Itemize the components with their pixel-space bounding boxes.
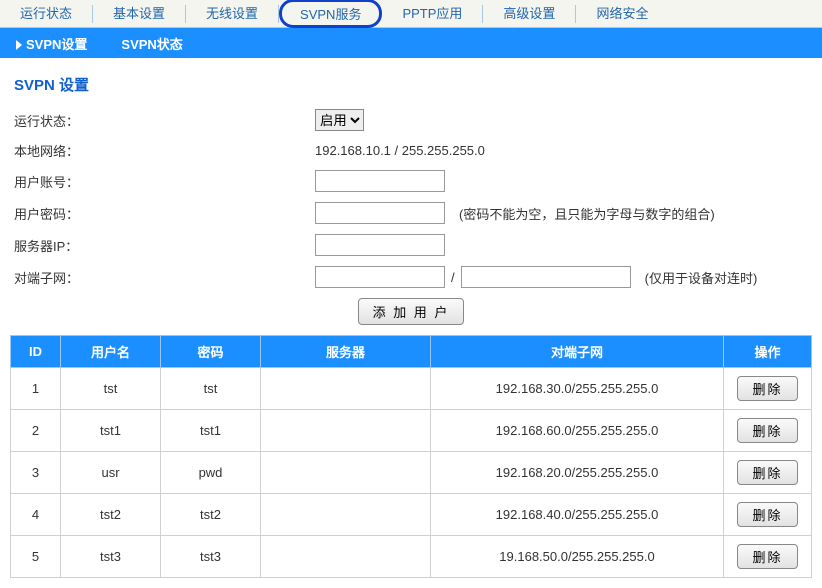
cell-op: 删除 — [724, 410, 812, 452]
arrow-icon — [16, 40, 22, 50]
table-row: 2tst1tst1192.168.60.0/255.255.255.0删除 — [11, 410, 812, 452]
top-nav: 运行状态 基本设置 无线设置 SVPN服务 PPTP应用 高级设置 网络安全 — [0, 0, 822, 28]
nav-basic[interactable]: 基本设置 — [93, 5, 186, 23]
subnet-net-input[interactable] — [315, 266, 445, 288]
cell-pwd: tst — [161, 368, 261, 410]
user-label: 用户账号： — [10, 172, 315, 191]
subnet-hint: (仅用于设备对连时) — [645, 268, 758, 287]
th-server: 服务器 — [261, 336, 431, 368]
nav-wireless[interactable]: 无线设置 — [186, 5, 279, 23]
cell-server — [261, 368, 431, 410]
cell-subnet: 192.168.30.0/255.255.255.0 — [431, 368, 724, 410]
subnet-sep: / — [451, 270, 455, 285]
server-input[interactable] — [315, 234, 445, 256]
nav-pptp[interactable]: PPTP应用 — [382, 5, 483, 23]
cell-op: 删除 — [724, 452, 812, 494]
delete-button[interactable]: 删除 — [737, 544, 797, 569]
table-row: 3usrpwd 192.168.20.0/255.255.255.0 删除 — [11, 452, 812, 494]
nav-status[interactable]: 运行状态 — [0, 5, 93, 23]
subnav-label-settings: SVPN设置 — [26, 37, 87, 52]
add-user-button[interactable]: 添 加 用 户 — [358, 298, 465, 325]
page-title: SVPN 设置 — [14, 74, 812, 95]
table-row: 4tst2tst2192.168.40.0/255.255.255.0删除 — [11, 494, 812, 536]
sub-nav: SVPN设置 SVPN状态 — [0, 28, 822, 58]
cell-user: tst1 — [61, 410, 161, 452]
cell-subnet: 192.168.60.0/255.255.255.0 — [431, 410, 724, 452]
cell-id: 3 — [11, 452, 61, 494]
subnet-mask-input[interactable] — [461, 266, 631, 288]
cell-server — [261, 410, 431, 452]
cell-user: tst2 — [61, 494, 161, 536]
cell-op: 删除 — [724, 536, 812, 578]
users-table: ID 用户名 密码 服务器 对端子网 操作 1tsttst192.168.30.… — [10, 335, 812, 578]
cell-subnet: 192.168.40.0/255.255.255.0 — [431, 494, 724, 536]
cell-op: 删除 — [724, 494, 812, 536]
th-id: ID — [11, 336, 61, 368]
cell-id: 2 — [11, 410, 61, 452]
user-input[interactable] — [315, 170, 445, 192]
th-subnet: 对端子网 — [431, 336, 724, 368]
table-row: 1tsttst192.168.30.0/255.255.255.0删除 — [11, 368, 812, 410]
pwd-hint: (密码不能为空，且只能为字母与数字的组合) — [459, 204, 715, 223]
subnav-svpn-settings[interactable]: SVPN设置 — [16, 34, 87, 53]
nav-svpn[interactable]: SVPN服务 — [279, 0, 382, 28]
cell-pwd: pwd — [161, 452, 261, 494]
th-op: 操作 — [724, 336, 812, 368]
cell-id: 5 — [11, 536, 61, 578]
cell-pwd: tst1 — [161, 410, 261, 452]
cell-server — [261, 452, 431, 494]
status-select[interactable]: 启用 — [315, 109, 364, 131]
local-net-label: 本地网络： — [10, 141, 315, 160]
cell-id: 4 — [11, 494, 61, 536]
cell-user: tst — [61, 368, 161, 410]
delete-button[interactable]: 删除 — [737, 502, 797, 527]
table-row: 5tst3tst319.168.50.0/255.255.255.0删除 — [11, 536, 812, 578]
cell-op: 删除 — [724, 368, 812, 410]
subnav-svpn-status[interactable]: SVPN状态 — [121, 34, 182, 53]
cell-server — [261, 494, 431, 536]
cell-server — [261, 536, 431, 578]
delete-button[interactable]: 删除 — [737, 376, 797, 401]
subnet-label: 对端子网： — [10, 268, 315, 287]
th-pwd: 密码 — [161, 336, 261, 368]
cell-pwd: tst2 — [161, 494, 261, 536]
cell-pwd: tst3 — [161, 536, 261, 578]
delete-button[interactable]: 删除 — [737, 460, 797, 485]
th-user: 用户名 — [61, 336, 161, 368]
nav-advanced[interactable]: 高级设置 — [483, 5, 576, 23]
pwd-label: 用户密码： — [10, 204, 315, 223]
nav-security[interactable]: 网络安全 — [576, 5, 668, 23]
cell-subnet: 192.168.20.0/255.255.255.0 — [431, 452, 724, 494]
local-net-value: 192.168.10.1 / 255.255.255.0 — [315, 143, 485, 158]
cell-subnet: 19.168.50.0/255.255.255.0 — [431, 536, 724, 578]
cell-user: tst3 — [61, 536, 161, 578]
delete-button[interactable]: 删除 — [737, 418, 797, 443]
status-label: 运行状态： — [10, 111, 315, 130]
users-tbody: 1tsttst192.168.30.0/255.255.255.0删除2tst1… — [11, 368, 812, 578]
cell-user: usr — [61, 452, 161, 494]
server-label: 服务器IP： — [10, 236, 315, 255]
pwd-input[interactable] — [315, 202, 445, 224]
cell-id: 1 — [11, 368, 61, 410]
